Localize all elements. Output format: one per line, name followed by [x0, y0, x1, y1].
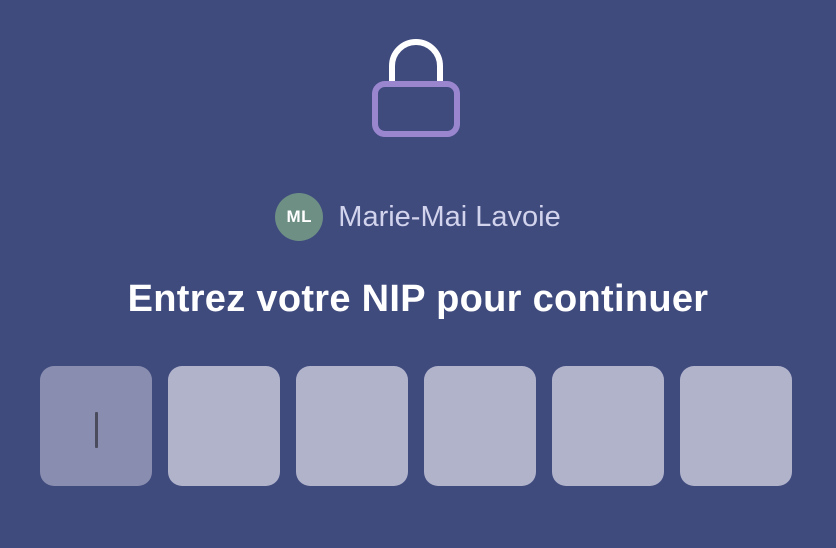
user-identity: ML Marie-Mai Lavoie — [0, 193, 836, 241]
avatar: ML — [275, 193, 324, 241]
pin-digit-5[interactable] — [552, 366, 664, 486]
avatar-initials: ML — [286, 207, 313, 226]
user-name: Marie-Mai Lavoie — [338, 201, 561, 233]
pin-digit-2[interactable] — [168, 366, 280, 486]
lock-icon — [365, 36, 467, 142]
pin-digit-3[interactable] — [296, 366, 408, 486]
pin-input-group — [40, 366, 792, 486]
pin-prompt: Entrez votre NIP pour continuer — [127, 278, 709, 320]
pin-digit-6[interactable] — [680, 366, 792, 486]
text-cursor — [95, 412, 98, 448]
pin-digit-4[interactable] — [424, 366, 536, 486]
